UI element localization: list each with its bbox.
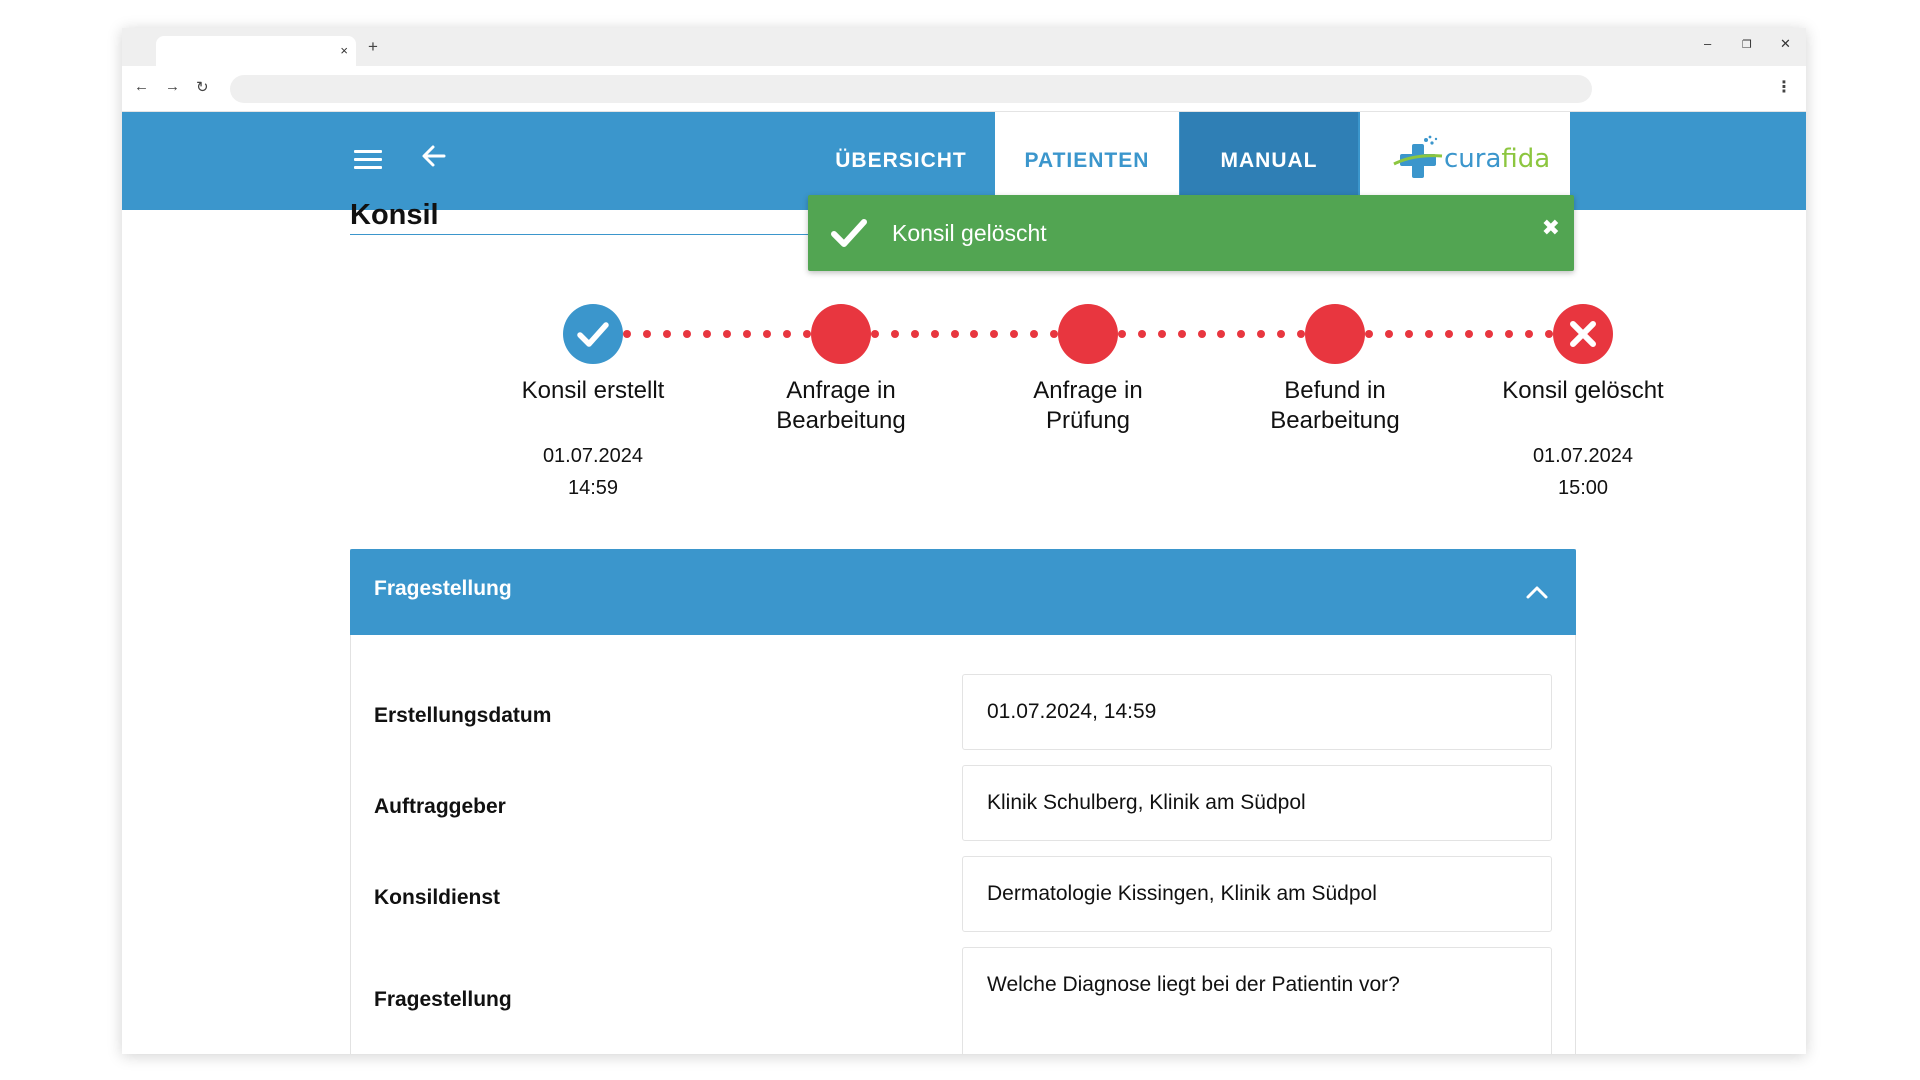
timeline-dot — [683, 330, 691, 338]
timeline-dot — [1030, 330, 1039, 338]
step-3-label: Anfrage in Prüfung — [1033, 377, 1143, 434]
success-toast: Konsil gelöscht ✖ — [808, 195, 1574, 271]
field-value-erstellungsdatum[interactable]: 01.07.2024, 14:59 — [962, 674, 1552, 750]
reload-icon[interactable]: ↻ — [196, 78, 209, 96]
timeline-dot — [803, 330, 811, 338]
timeline-dot — [723, 330, 731, 338]
timeline-dot — [930, 330, 939, 338]
toast-message: Konsil gelöscht — [892, 220, 1047, 246]
timeline-dot — [663, 330, 671, 338]
timeline-dot — [1365, 330, 1373, 338]
logo-text: curafida — [1444, 144, 1551, 174]
browser-toolbar: ← → ↻ ⋮ — [122, 66, 1806, 112]
timeline-dot — [1257, 330, 1266, 338]
step-5-circle — [1553, 304, 1613, 364]
timeline-dot — [1405, 330, 1413, 338]
new-tab-icon[interactable]: + — [368, 37, 378, 57]
page-title: Konsil — [350, 199, 439, 231]
step-1-label: Konsil erstellt — [521, 377, 665, 404]
forward-nav-icon[interactable]: → — [165, 78, 180, 95]
timeline-dot — [643, 330, 651, 338]
field-value-auftraggeber[interactable]: Klinik Schulberg, Klinik am Südpol — [962, 765, 1552, 841]
timeline-dot — [1445, 330, 1453, 338]
window-close-icon[interactable]: ✕ — [1780, 36, 1791, 52]
step-1-date: 01.07.2024 14:59 — [542, 445, 644, 499]
timeline-dot — [1277, 330, 1286, 338]
timeline-dot — [1385, 330, 1393, 338]
field-value-konsildienst[interactable]: Dermatologie Kissingen, Klinik am Südpol — [962, 856, 1552, 932]
timeline-dot — [1485, 330, 1493, 338]
timeline-dot — [1197, 330, 1206, 338]
step-4-label: Befund in Bearbeitung — [1270, 377, 1400, 434]
back-nav-icon[interactable]: ← — [134, 78, 149, 95]
timeline-dot — [703, 330, 711, 338]
timeline-dot — [763, 330, 771, 338]
check-icon — [831, 219, 867, 247]
field-value-fragestellung[interactable]: Welche Diagnose liegt bei der Patientin … — [962, 947, 1552, 1054]
timeline-dot — [743, 330, 751, 338]
timeline-dot — [871, 330, 879, 338]
timeline-dot — [1010, 330, 1019, 338]
browser-menu-icon[interactable]: ⋮ — [1776, 77, 1792, 97]
step-x-icon — [1570, 321, 1596, 347]
step-4-circle — [1305, 304, 1365, 364]
address-bar[interactable] — [230, 75, 1592, 103]
menu-icon[interactable] — [354, 150, 382, 170]
title-underline — [350, 234, 850, 235]
step-5-label: Konsil gelöscht — [1502, 377, 1664, 404]
timeline-dot — [990, 330, 999, 338]
toast-close-icon[interactable]: ✖ — [1542, 215, 1560, 241]
timeline-dot — [1050, 330, 1058, 338]
field-label-erstellungsdatum: Erstellungsdatum — [374, 704, 552, 727]
field-label-auftraggeber: Auftraggeber — [374, 795, 506, 818]
timeline-dot — [1118, 330, 1126, 338]
browser-window: × + – ❐ ✕ ← → ↻ ⋮ ÜBERSICHT PATIENTEN MA… — [122, 28, 1806, 1054]
panel-header[interactable]: Fragestellung — [350, 549, 1576, 635]
timeline-dot — [890, 330, 899, 338]
timeline-dot — [1425, 330, 1433, 338]
tab-close-icon[interactable]: × — [340, 43, 348, 58]
timeline-dot — [1237, 330, 1246, 338]
back-arrow-icon[interactable] — [418, 140, 450, 172]
timeline-dot — [1465, 330, 1473, 338]
timeline-dot — [1525, 330, 1533, 338]
field-label-konsildienst: Konsildienst — [374, 886, 501, 909]
timeline-dot — [783, 330, 791, 338]
step-2-circle — [811, 304, 871, 364]
step-1-circle — [563, 304, 623, 364]
tab-strip: × + – ❐ ✕ — [122, 28, 1806, 66]
timeline-dot — [970, 330, 979, 338]
timeline-dot — [1297, 330, 1305, 338]
browser-tab[interactable]: × — [156, 36, 356, 66]
logo-cross-icon — [1393, 135, 1443, 178]
timeline-dot — [950, 330, 959, 338]
restore-icon[interactable]: ❐ — [1742, 38, 1752, 51]
timeline-dot — [1177, 330, 1186, 338]
step-2-label: Anfrage in Bearbeitung — [776, 377, 906, 434]
panel-title: Fragestellung — [374, 577, 512, 600]
step-3-circle — [1058, 304, 1118, 364]
timeline-dot — [1137, 330, 1146, 338]
chevron-up-icon[interactable] — [1524, 579, 1550, 605]
minimize-icon[interactable]: – — [1704, 36, 1711, 51]
timeline-dot — [1217, 330, 1226, 338]
timeline-dot — [1157, 330, 1166, 338]
status-timeline: Konsil erstellt 01.07.2024 14:59 Anfrage… — [350, 302, 1664, 522]
timeline-dot — [623, 330, 631, 338]
step-check-icon — [577, 322, 609, 347]
timeline-dot — [910, 330, 919, 338]
timeline-dot — [1505, 330, 1513, 338]
timeline-dot — [1545, 330, 1553, 338]
field-label-fragestellung: Fragestellung — [374, 988, 512, 1011]
step-5-date: 01.07.2024 15:00 — [1532, 445, 1634, 499]
